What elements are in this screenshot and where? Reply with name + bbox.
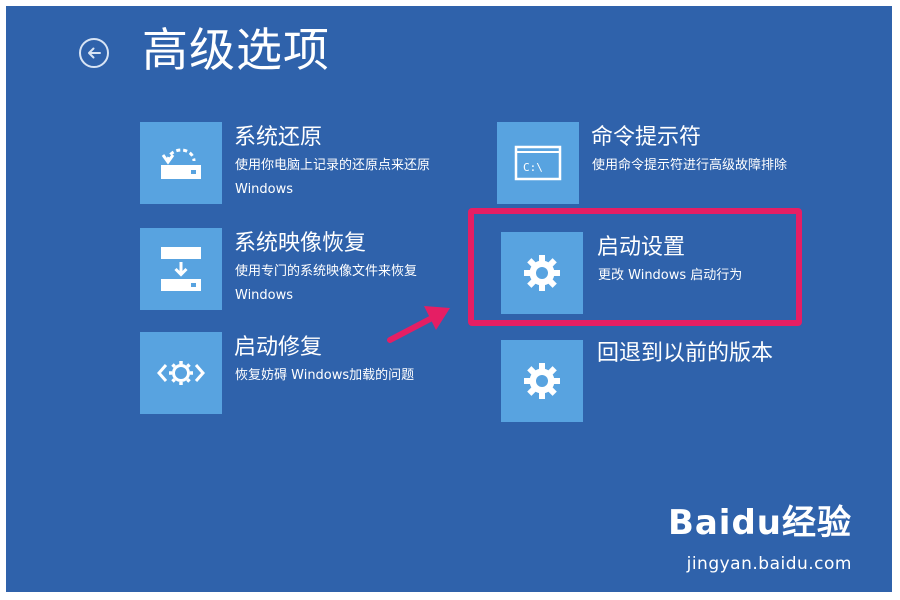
back-button[interactable] (79, 38, 109, 68)
option-title: 系统还原 (234, 125, 323, 150)
option-go-back-previous-version[interactable]: 回退到以前的版本 (501, 340, 841, 424)
option-title: 命令提示符 (591, 125, 702, 150)
prompt-text: C:\ (523, 161, 543, 174)
option-title: 回退到以前的版本 (597, 341, 774, 366)
option-description: 使用你电脑上记录的还原点来还原 Windows (235, 158, 431, 197)
system-image-icon (140, 228, 222, 310)
baidu-watermark: Baidu经验 jingyan.baidu.com (668, 503, 852, 575)
option-description: 使用命令提示符进行高级故障排除 (592, 158, 788, 173)
command-prompt-icon: C:\ (497, 122, 579, 204)
option-title: 启动修复 (234, 335, 323, 360)
back-arrow-icon (88, 47, 101, 59)
page-title: 高级选项 (142, 23, 330, 77)
gear-icon (501, 340, 583, 422)
option-command-prompt[interactable]: C:\ 命令提示符 使用命令提示符进行高级故障排除 (497, 122, 837, 212)
advanced-options-screen: 高级选项 系统还原 使用你电脑上记录的还原点来还原 Windows 系统映像恢复… (6, 6, 892, 592)
option-system-restore[interactable]: 系统还原 使用你电脑上记录的还原点来还原 Windows (140, 122, 460, 212)
highlight-box (468, 208, 802, 326)
annotation-arrow-icon (387, 306, 450, 343)
startup-repair-icon (140, 332, 222, 414)
watermark-url: jingyan.baidu.com (686, 554, 852, 574)
system-restore-icon (140, 122, 222, 204)
option-title: 系统映像恢复 (234, 231, 367, 256)
option-description: 恢复妨碍 Windows加载的问题 (235, 368, 415, 383)
watermark-brand: Baidu经验 (667, 503, 852, 543)
